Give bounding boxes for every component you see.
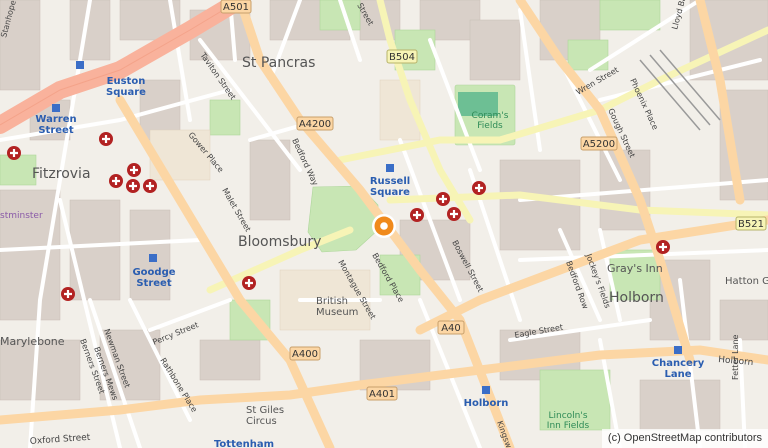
label-grays-inn: Gray's Inn <box>607 262 663 275</box>
warren-street-station-icon <box>52 104 60 112</box>
goodge-street-station-icon <box>149 254 157 262</box>
svg-text:B504: B504 <box>389 52 415 63</box>
holborn-station-icon <box>482 386 490 394</box>
label-tottenham: Tottenham <box>214 439 274 448</box>
label-warren-street: Warren Street <box>35 114 76 136</box>
hospital-icon[interactable] <box>143 179 157 193</box>
hospital-icon[interactable] <box>242 276 256 290</box>
russell-square-station-icon <box>386 164 394 172</box>
shield-b504: B504 <box>386 49 418 64</box>
label-holborn-area: Holborn <box>609 290 664 306</box>
map-attribution[interactable]: (c) OpenStreetMap contributors <box>601 429 768 448</box>
hospital-icon[interactable] <box>127 163 141 177</box>
map-canvas[interactable]: A501 B504 A4200 A5200 B521 A40 A400 A401… <box>0 0 768 448</box>
hospital-icon[interactable] <box>7 146 21 160</box>
shield-b521: B521 <box>735 216 767 231</box>
shield-a5200: A5200 <box>580 136 618 151</box>
svg-text:A400: A400 <box>292 349 318 360</box>
shield-a40: A40 <box>437 320 465 335</box>
hospital-icon[interactable] <box>447 207 461 221</box>
label-westminster: stminster <box>0 211 43 221</box>
svg-text:Fetter Lane: Fetter Lane <box>731 334 740 380</box>
map-view[interactable]: A501 B504 A4200 A5200 B521 A40 A400 A401… <box>0 0 768 448</box>
label-bloomsbury: Bloomsbury <box>238 234 321 250</box>
label-goodge-street: Goodge Street <box>132 267 175 289</box>
shield-a401: A401 <box>366 386 398 401</box>
hospital-icon[interactable] <box>109 174 123 188</box>
hospital-icon[interactable] <box>99 132 113 146</box>
label-euston-square: Euston Square <box>106 76 146 98</box>
hospital-icon[interactable] <box>436 192 450 206</box>
euston-square-station-icon <box>76 61 84 69</box>
label-fitzrovia: Fitzrovia <box>32 166 91 182</box>
shield-a400: A400 <box>289 346 321 361</box>
hospital-icon[interactable] <box>126 179 140 193</box>
hospital-icon[interactable] <box>410 208 424 222</box>
hospital-icon[interactable] <box>61 287 75 301</box>
svg-text:A401: A401 <box>369 389 395 400</box>
svg-text:A5200: A5200 <box>583 139 615 150</box>
chancery-lane-station-icon <box>674 346 682 354</box>
label-russell-square: Russell Square <box>370 176 410 198</box>
label-marylebone: Marylebone <box>0 335 65 348</box>
shield-a501: A501 <box>220 0 252 14</box>
label-hatton: Hatton Ga <box>725 276 768 287</box>
hospital-icon[interactable] <box>472 181 486 195</box>
svg-text:A40: A40 <box>441 323 461 334</box>
svg-text:A4200: A4200 <box>299 119 331 130</box>
location-pin[interactable] <box>372 214 396 238</box>
svg-text:A501: A501 <box>223 2 249 13</box>
label-lincolns-inn: Lincoln's Inn Fields <box>547 411 590 431</box>
shield-a4200: A4200 <box>296 116 334 131</box>
label-holborn-station: Holborn <box>464 398 509 409</box>
svg-text:B521: B521 <box>738 219 764 230</box>
label-st-pancras: St Pancras <box>242 55 315 71</box>
hospital-icon[interactable] <box>656 240 670 254</box>
